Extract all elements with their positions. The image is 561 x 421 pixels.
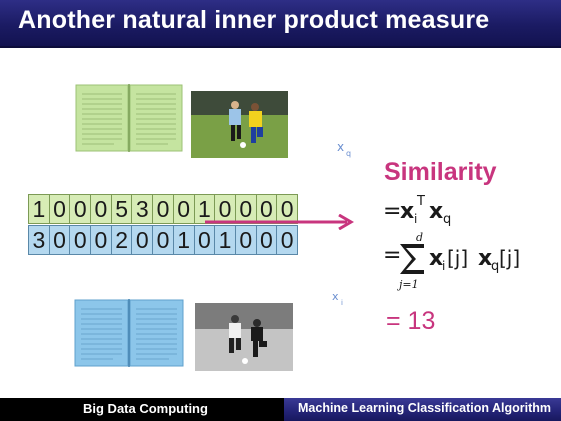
soccer-photo-bw <box>195 303 293 371</box>
svg-text:[j]: [j] <box>499 246 520 270</box>
query-vector-cell: 1 <box>28 194 50 224</box>
footer-bar: Big Data Computing Machine Learning Clas… <box>0 398 561 421</box>
svg-text:x: x <box>337 140 344 154</box>
item-vector-cell: 2 <box>110 225 133 255</box>
query-vector-cell: 3 <box>131 194 154 224</box>
item-vector-cell: 0 <box>48 225 71 255</box>
item-vector-cell: 0 <box>90 225 112 255</box>
item-vector-cell: 0 <box>152 225 174 255</box>
svg-text:q: q <box>443 212 451 227</box>
svg-text:[j]: [j] <box>447 246 468 270</box>
similarity-heading: Similarity <box>384 158 497 186</box>
svg-text:x: x <box>332 290 339 303</box>
svg-text:i: i <box>414 212 417 226</box>
svg-text:i: i <box>442 259 445 273</box>
summation-formula: = d j=1 x i [j] x q [j] <box>383 231 520 291</box>
svg-text:i: i <box>341 299 343 306</box>
similarity-result: = 13 <box>386 307 436 335</box>
query-vector-cell: 0 <box>48 194 71 224</box>
blue-book-image <box>74 299 184 367</box>
item-vector-cell: 3 <box>28 225 50 255</box>
arrow-right-icon <box>205 214 354 230</box>
slide-title: Another natural inner product measure <box>18 6 490 34</box>
svg-text:T: T <box>416 194 425 209</box>
query-vector-cell: 0 <box>152 194 174 224</box>
svg-text:q: q <box>346 149 351 158</box>
footer-course-name: Big Data Computing <box>83 401 208 416</box>
svg-text:j=1: j=1 <box>396 278 419 291</box>
query-vector-cell: 0 <box>172 194 195 224</box>
query-vector-cell: 0 <box>90 194 112 224</box>
footer-topic-panel: Machine Learning Classification Algorith… <box>284 398 561 421</box>
item-vector-cell: 0 <box>131 225 154 255</box>
green-book-image <box>75 84 183 152</box>
handwritten-xq-label: x q <box>337 140 351 158</box>
item-vector-cell: 0 <box>69 225 92 255</box>
query-vector-cell: 0 <box>69 194 92 224</box>
footer-topic-name: Machine Learning Classification Algorith… <box>298 401 552 415</box>
soccer-photo-color <box>191 91 288 158</box>
svg-text:d: d <box>416 231 423 244</box>
inner-product-formula: = x i T x q <box>383 194 451 227</box>
svg-text:x: x <box>429 199 443 224</box>
title-bar: Another natural inner product measure <box>0 0 561 48</box>
query-vector-cell: 5 <box>110 194 133 224</box>
item-vector-cell: 1 <box>172 225 195 255</box>
svg-text:=: = <box>383 243 401 268</box>
svg-text:x: x <box>400 199 414 224</box>
handwritten-xi-label: x i <box>332 290 343 306</box>
svg-text:=: = <box>383 199 401 224</box>
